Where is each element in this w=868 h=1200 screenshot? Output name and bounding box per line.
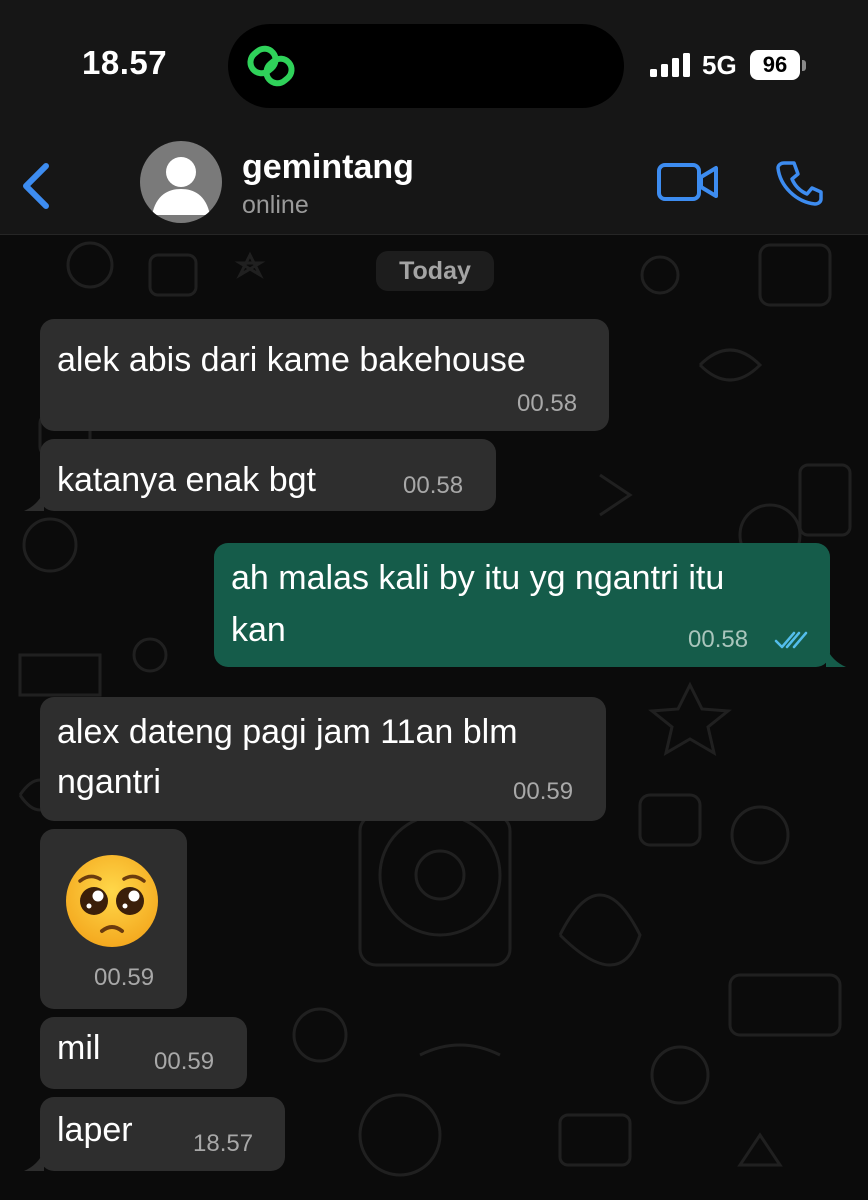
incoming-message[interactable]: laper 18.57	[40, 1097, 285, 1171]
message-text-line1: alex dateng pagi jam 11an blm	[57, 713, 518, 751]
message-text: mil	[57, 1029, 101, 1067]
message-time: 00.59	[154, 1048, 215, 1075]
message-list[interactable]: Today alek abis dari kame bakehouse 00.5…	[0, 235, 868, 1200]
incoming-message[interactable]: alex dateng pagi jam 11an blm ngantri 00…	[40, 697, 606, 821]
chat-header: gemintang online	[0, 130, 868, 235]
bubble-tail	[24, 1151, 44, 1171]
message-text: alek abis dari kame bakehouse	[57, 341, 526, 379]
message-time: 00.59	[94, 964, 155, 991]
video-call-icon[interactable]	[656, 160, 720, 204]
message-time: 00.59	[513, 778, 574, 805]
incoming-message[interactable]: katanya enak bgt 00.58	[40, 439, 496, 511]
message-text-line1: ah malas kali by itu yg ngantri itu	[231, 559, 725, 597]
contact-avatar[interactable]	[140, 141, 222, 223]
status-bar: 18.57 5G 96	[0, 0, 868, 130]
back-chevron-icon[interactable]	[14, 158, 58, 214]
message-text: laper	[57, 1111, 133, 1149]
message-text: katanya enak bgt	[57, 461, 316, 499]
date-separator: Today	[376, 251, 494, 291]
incoming-emoji-message[interactable]: 00.59	[40, 829, 187, 1009]
message-time: 18.57	[193, 1130, 254, 1157]
signal-icon	[650, 53, 690, 77]
contact-status: online	[242, 191, 309, 219]
outgoing-message[interactable]: ah malas kali by itu yg ngantri itu kan …	[214, 543, 830, 667]
bubble-tail	[826, 647, 846, 667]
pleading-face-emoji-icon	[66, 855, 158, 947]
battery-indicator: 96	[750, 50, 800, 80]
message-time: 00.58	[688, 626, 749, 653]
incoming-message[interactable]: mil 00.59	[40, 1017, 247, 1089]
phone-call-icon[interactable]	[774, 158, 824, 208]
message-time: 00.58	[403, 472, 464, 499]
default-avatar-icon	[152, 157, 210, 215]
battery-level: 96	[762, 52, 788, 77]
chat-screen: 18.57 5G 96 gemintang online Today alek …	[0, 0, 868, 1200]
dynamic-island	[228, 24, 624, 108]
contact-name[interactable]: gemintang	[242, 148, 414, 187]
bubble-tail	[24, 491, 44, 511]
message-text-line2: ngantri	[57, 763, 161, 801]
status-time: 18.57	[82, 44, 168, 81]
battery-nub	[802, 60, 806, 71]
message-text-line2: kan	[231, 611, 286, 649]
link-icon	[247, 45, 295, 87]
message-time: 00.58	[517, 390, 578, 417]
incoming-message[interactable]: alek abis dari kame bakehouse 00.58	[40, 319, 609, 431]
network-type: 5G	[702, 50, 737, 80]
read-receipt-double-check-icon	[774, 631, 808, 649]
